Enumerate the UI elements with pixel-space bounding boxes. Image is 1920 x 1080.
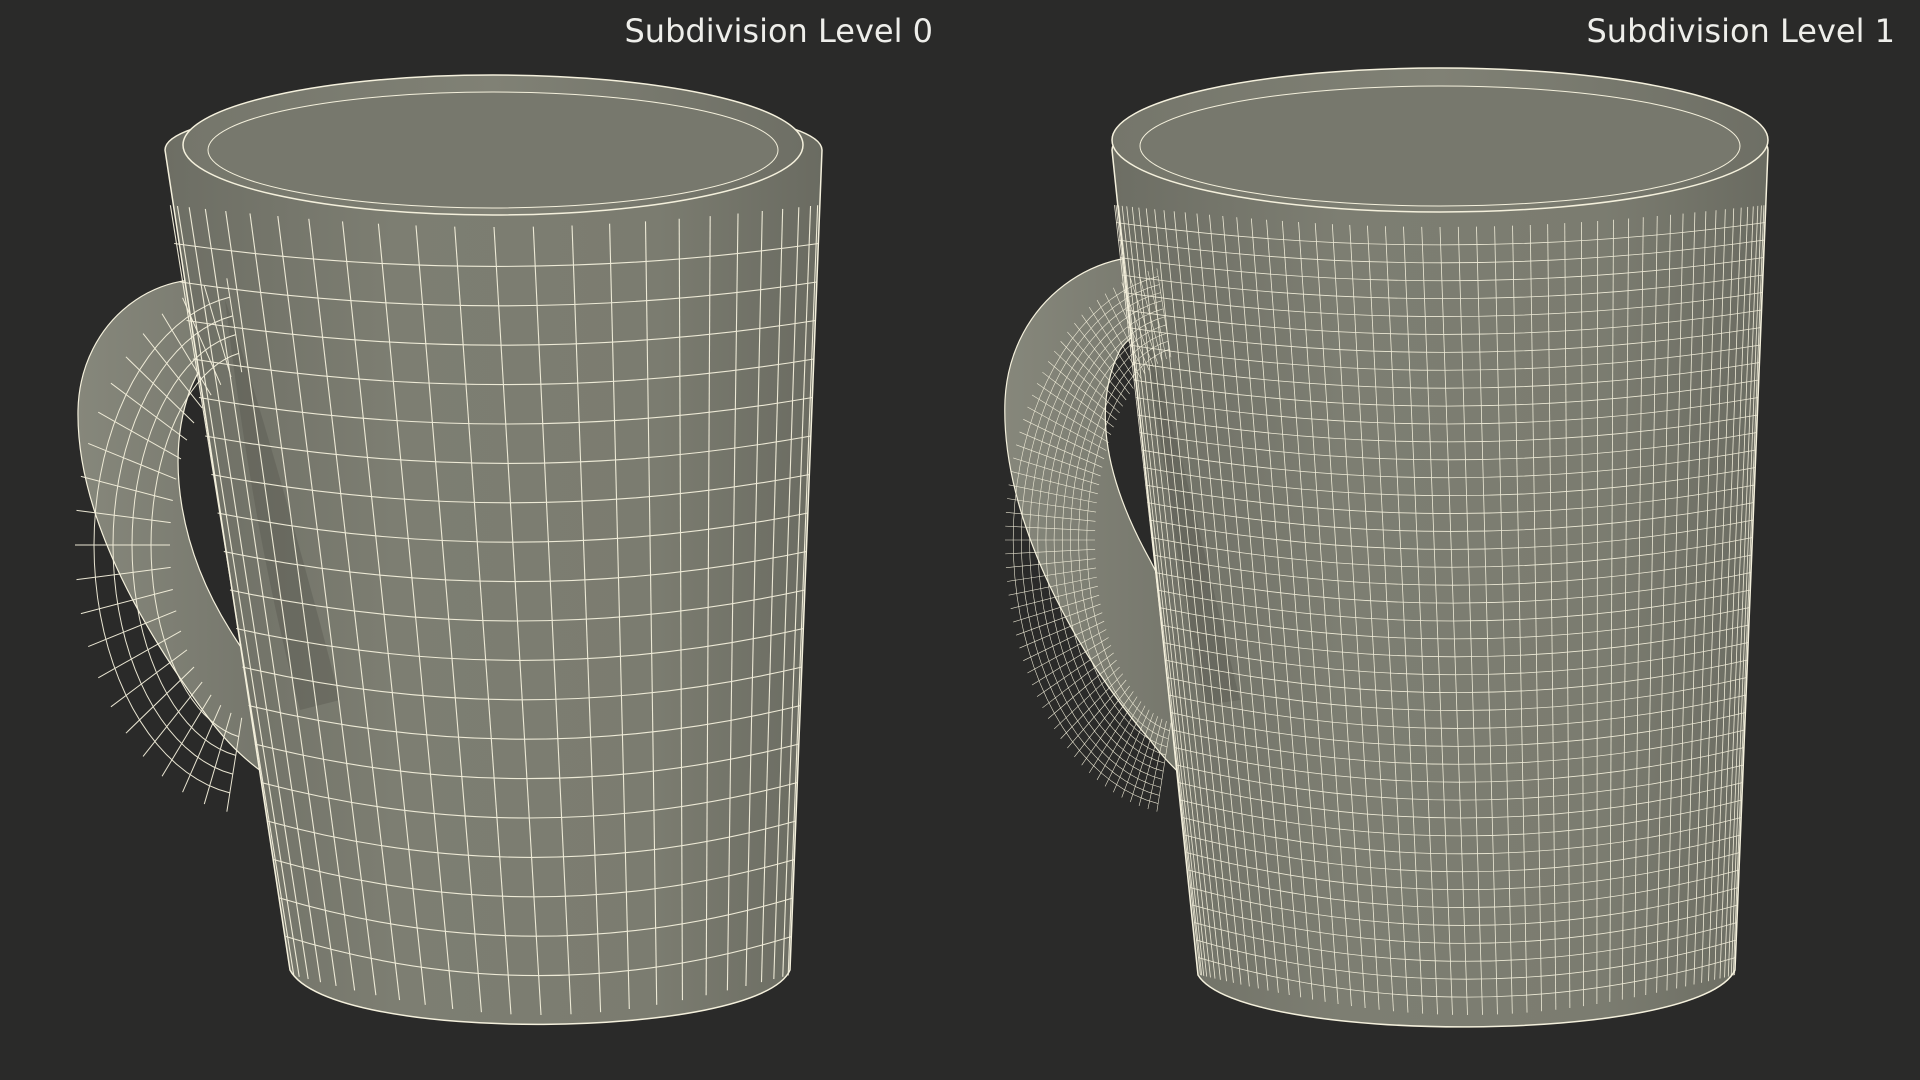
mug-body	[164, 100, 823, 1026]
mug-render-scene	[75, 67, 1769, 1028]
render-viewport: Subdivision Level 0 Subdivision Level 1	[0, 0, 1920, 1080]
mug-subdivision-level-0	[75, 74, 823, 1026]
subdivision-level-1-label: Subdivision Level 1	[1586, 12, 1895, 50]
subdivision-level-0-label: Subdivision Level 0	[624, 12, 933, 50]
mug-subdivision-level-1	[1004, 67, 1769, 1028]
